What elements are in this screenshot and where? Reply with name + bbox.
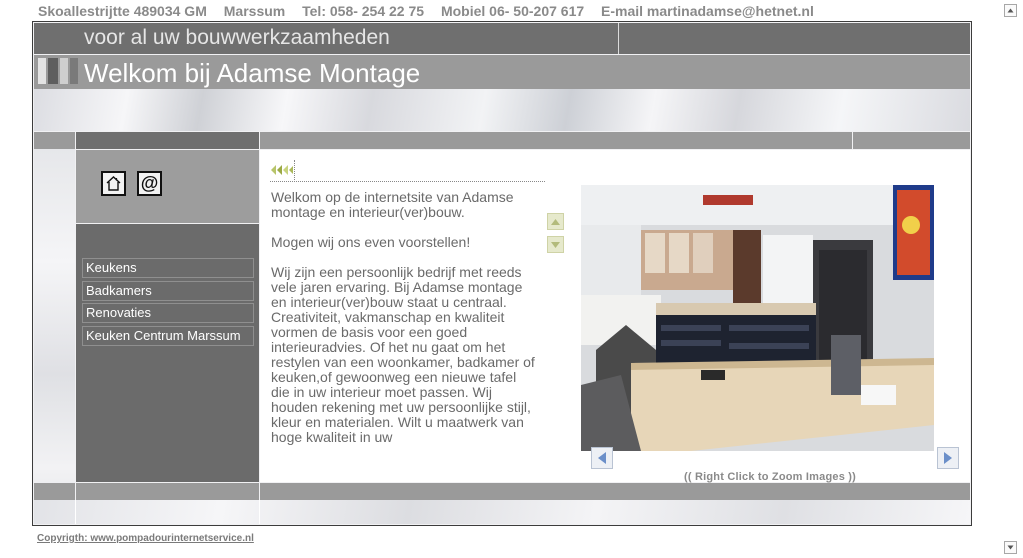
- address-text: Skoallestrijtte 489034 GM: [38, 3, 207, 19]
- home-icon[interactable]: [101, 171, 126, 196]
- email-text[interactable]: E-mail martinadamse@hetnet.nl: [601, 3, 814, 19]
- nav-item-label: Badkamers: [86, 283, 152, 298]
- quicklink-box: @: [76, 150, 259, 223]
- footer-decoration: [34, 500, 970, 524]
- tagline: voor al uw bouwwerkzaamheden: [84, 26, 390, 49]
- nav-item-badkamers[interactable]: Badkamers: [82, 281, 254, 301]
- nav-item-label: Keuken Centrum Marssum: [86, 328, 241, 343]
- bottom-bar-content: [260, 483, 970, 500]
- copyright-link[interactable]: Copyrigth: www.pompadourinternetservice.…: [37, 533, 254, 544]
- intro-paragraph: Welkom op de internetsite van Adamse mon…: [271, 190, 514, 220]
- dotted-divider: [270, 181, 545, 182]
- phone-text: Tel: 058- 254 22 75: [302, 3, 425, 19]
- site-frame: voor al uw bouwwerkzaamheden Welkom bij …: [32, 21, 972, 526]
- top-bar-nav: [76, 132, 259, 149]
- nav-item-keukens[interactable]: Keukens: [82, 258, 254, 278]
- footer-divider: [259, 500, 260, 524]
- left-decoration-strip: [34, 149, 75, 524]
- bottom-bar-nav: [76, 483, 259, 500]
- page-title: Welkom bij Adamse Montage: [84, 58, 421, 88]
- decorative-arrows-icon: [270, 163, 294, 181]
- nav-item-renovaties[interactable]: Renovaties: [82, 303, 254, 323]
- main-content: Welkom op de internetsite van Adamse mon…: [260, 150, 970, 483]
- at-icon[interactable]: @: [137, 171, 162, 196]
- scroll-up-icon[interactable]: [1004, 4, 1017, 17]
- nav-item-label: Keukens: [86, 260, 137, 275]
- arrow-left-icon[interactable]: [591, 447, 613, 469]
- intro-paragraph: Wij zijn een persoonlijk bedrijf met ree…: [271, 264, 535, 445]
- scroll-up-arrow-icon[interactable]: [547, 213, 564, 230]
- header-title-band: Welkom bij Adamse Montage: [34, 55, 970, 89]
- mobile-text: Mobiel 06- 50-207 617: [440, 3, 585, 19]
- contact-info-bar: Skoallestrijtte 489034 GM Marssum Tel: 0…: [38, 3, 827, 19]
- intro-paragraph: Mogen wij ons even voorstellen!: [271, 234, 471, 250]
- sidebar-nav: Keukens Badkamers Renovaties Keuken Cent…: [76, 224, 259, 482]
- kitchen-photo: [581, 185, 934, 451]
- nav-item-keuken-centrum[interactable]: Keuken Centrum Marssum: [82, 326, 254, 346]
- bottom-bar-left: [34, 483, 75, 500]
- top-bar-content: [260, 132, 852, 149]
- zoom-hint: (( Right Click to Zoom Images )): [684, 471, 857, 483]
- top-bar-right: [853, 132, 970, 149]
- city-text: Marssum: [223, 3, 286, 19]
- at-glyph: @: [140, 173, 159, 193]
- header-decoration: [34, 89, 970, 131]
- header-divider: [618, 23, 619, 54]
- top-bar-left: [34, 132, 75, 149]
- arrow-right-icon[interactable]: [937, 447, 959, 469]
- logo-bars-icon: [38, 58, 78, 84]
- intro-text: Welkom op de internetsite van Adamse mon…: [271, 190, 536, 477]
- page-scrollbar[interactable]: [1004, 0, 1023, 558]
- footer-divider: [75, 500, 76, 524]
- header-tagline-band: voor al uw bouwwerkzaamheden: [34, 23, 970, 54]
- nav-item-label: Renovaties: [86, 305, 152, 320]
- dotted-divider-vertical: [294, 160, 295, 180]
- scroll-down-icon[interactable]: [1004, 541, 1017, 554]
- scroll-down-arrow-icon[interactable]: [547, 236, 564, 253]
